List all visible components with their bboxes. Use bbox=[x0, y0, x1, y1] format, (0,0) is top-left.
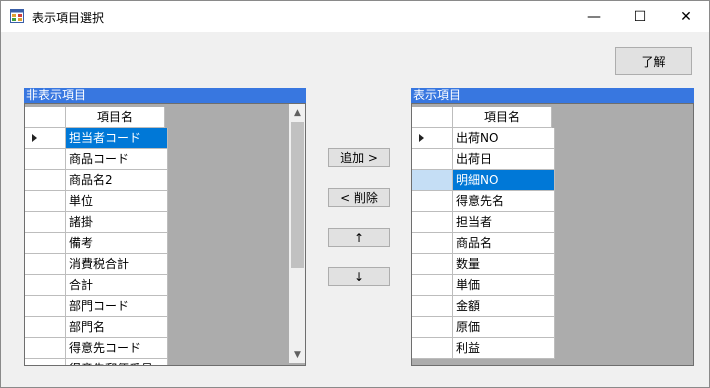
row-header[interactable] bbox=[412, 191, 453, 212]
row-header[interactable] bbox=[412, 254, 453, 275]
current-row-arrow-icon bbox=[32, 134, 37, 142]
row-header[interactable] bbox=[412, 296, 453, 317]
visible-items-grid[interactable]: 項目名 出荷NO 出荷日 明細NO 得意先名 担当者 商品名 数量 単価 金額 原価 利益 bbox=[411, 103, 694, 366]
add-button[interactable]: 追加 > bbox=[328, 148, 390, 167]
item-name-cell[interactable]: 得意先郵便番号 bbox=[66, 359, 168, 365]
ok-button[interactable]: 了解 bbox=[615, 47, 692, 75]
row-header-corner bbox=[25, 107, 66, 128]
row-header[interactable] bbox=[25, 128, 66, 149]
row-header[interactable] bbox=[412, 317, 453, 338]
maximize-icon: ☐ bbox=[633, 8, 647, 25]
column-header-item-name[interactable]: 項目名 bbox=[66, 107, 165, 128]
row-header[interactable] bbox=[412, 149, 453, 170]
item-name-cell[interactable]: 備考 bbox=[66, 233, 168, 254]
row-header[interactable] bbox=[25, 191, 66, 212]
column-header-item-name[interactable]: 項目名 bbox=[453, 107, 552, 128]
item-name-cell[interactable]: 消費税合計 bbox=[66, 254, 168, 275]
current-row-arrow-icon bbox=[419, 134, 424, 142]
row-header[interactable] bbox=[25, 359, 66, 365]
close-button[interactable]: ✕ bbox=[663, 1, 709, 32]
item-name-cell[interactable]: 明細NO bbox=[453, 170, 555, 191]
row-header[interactable] bbox=[25, 296, 66, 317]
row-header[interactable] bbox=[412, 338, 453, 359]
item-name-cell[interactable]: 利益 bbox=[453, 338, 555, 359]
item-name-cell[interactable]: 金額 bbox=[453, 296, 555, 317]
row-header[interactable] bbox=[412, 128, 453, 149]
visible-items-caption: 表示項目 bbox=[411, 88, 694, 103]
minimize-button[interactable]: — bbox=[571, 1, 617, 32]
app-icon bbox=[10, 9, 24, 23]
item-name-cell[interactable]: 商品コード bbox=[66, 149, 168, 170]
item-name-cell[interactable]: 合計 bbox=[66, 275, 168, 296]
maximize-button[interactable]: ☐ bbox=[617, 1, 663, 32]
window-title: 表示項目選択 bbox=[32, 11, 105, 25]
row-header[interactable] bbox=[25, 317, 66, 338]
row-header[interactable] bbox=[25, 149, 66, 170]
close-icon: ✕ bbox=[680, 8, 692, 25]
row-header-corner bbox=[412, 107, 453, 128]
item-name-cell[interactable]: 単位 bbox=[66, 191, 168, 212]
item-name-cell[interactable]: 得意先名 bbox=[453, 191, 555, 212]
item-name-cell[interactable]: 原価 bbox=[453, 317, 555, 338]
minimize-icon: — bbox=[587, 8, 601, 25]
item-name-cell[interactable]: 商品名2 bbox=[66, 170, 168, 191]
move-down-button[interactable]: ↓ bbox=[328, 267, 390, 286]
row-header[interactable] bbox=[25, 170, 66, 191]
hidden-items-grid[interactable]: 項目名 担当者コード 商品コード 商品名2 単位 諸掛 備考 消費税合計 合計 部門コード 部門名… bbox=[24, 103, 306, 366]
title-bar: 表示項目選択 — ☐ ✕ bbox=[1, 1, 709, 32]
item-name-cell[interactable]: 数量 bbox=[453, 254, 555, 275]
item-name-cell[interactable]: 単価 bbox=[453, 275, 555, 296]
scroll-up-icon[interactable]: ▲ bbox=[289, 104, 305, 121]
item-name-cell[interactable]: 商品名 bbox=[453, 233, 555, 254]
item-name-cell[interactable]: 部門名 bbox=[66, 317, 168, 338]
item-name-cell[interactable]: 諸掛 bbox=[66, 212, 168, 233]
row-header[interactable] bbox=[25, 275, 66, 296]
row-header[interactable] bbox=[25, 338, 66, 359]
vertical-scrollbar[interactable]: ▲ ▼ bbox=[289, 104, 305, 363]
dialog-window: 表示項目選択 — ☐ ✕ 了解 非表示項目 項目名 担当者コード 商品コード 商品名… bbox=[0, 0, 710, 388]
row-header[interactable] bbox=[25, 254, 66, 275]
row-header[interactable] bbox=[412, 170, 453, 191]
scroll-thumb[interactable] bbox=[291, 122, 304, 268]
remove-button[interactable]: < 削除 bbox=[328, 188, 390, 207]
item-name-cell[interactable]: 出荷NO bbox=[453, 128, 555, 149]
row-header[interactable] bbox=[25, 212, 66, 233]
row-header[interactable] bbox=[25, 233, 66, 254]
item-name-cell[interactable]: 得意先コード bbox=[66, 338, 168, 359]
hidden-items-caption: 非表示項目 bbox=[24, 88, 306, 103]
row-header[interactable] bbox=[412, 233, 453, 254]
item-name-cell[interactable]: 部門コード bbox=[66, 296, 168, 317]
scroll-down-icon[interactable]: ▼ bbox=[289, 346, 305, 363]
item-name-cell[interactable]: 出荷日 bbox=[453, 149, 555, 170]
move-up-button[interactable]: ↑ bbox=[328, 228, 390, 247]
item-name-cell[interactable]: 担当者コード bbox=[66, 128, 168, 149]
row-header[interactable] bbox=[412, 212, 453, 233]
item-name-cell[interactable]: 担当者 bbox=[453, 212, 555, 233]
row-header[interactable] bbox=[412, 275, 453, 296]
